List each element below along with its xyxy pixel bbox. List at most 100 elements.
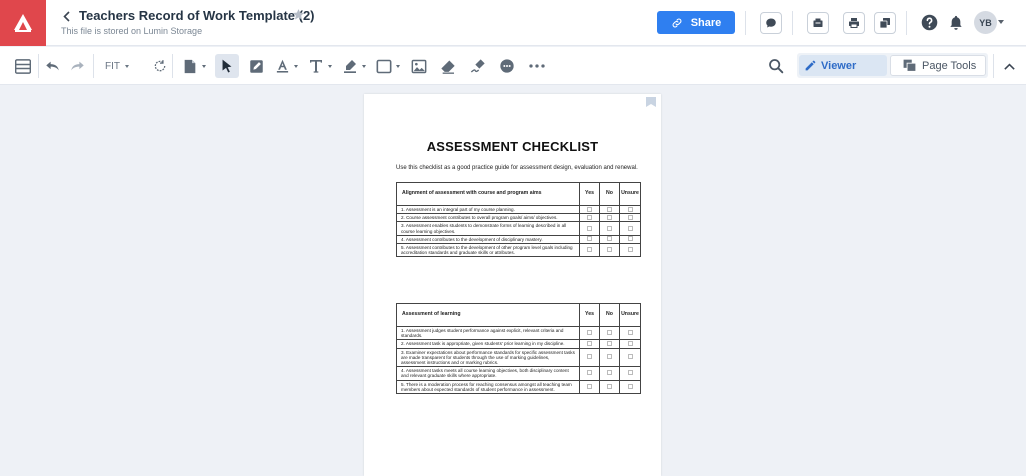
back-chevron-icon[interactable] bbox=[60, 9, 72, 23]
cell-yes bbox=[579, 234, 600, 245]
checkbox-no[interactable] bbox=[607, 330, 612, 336]
checkbox-unsure[interactable] bbox=[627, 340, 633, 346]
column-yes: Yes bbox=[579, 303, 600, 327]
highlighter-icon[interactable] bbox=[340, 56, 366, 76]
cell-yes bbox=[579, 379, 600, 395]
download-button[interactable] bbox=[807, 12, 829, 34]
checkbox-unsure[interactable] bbox=[627, 330, 633, 336]
cell-yes bbox=[579, 347, 600, 368]
notification-bell-icon[interactable] bbox=[947, 13, 965, 31]
divider bbox=[93, 54, 94, 78]
checkbox-no[interactable] bbox=[607, 383, 612, 389]
checkbox-yes[interactable] bbox=[587, 370, 592, 376]
avatar[interactable]: YB bbox=[974, 11, 997, 34]
checkbox-yes[interactable] bbox=[587, 236, 592, 242]
checkbox-yes[interactable] bbox=[587, 330, 592, 336]
checklist-item-text: 1. Assessment judges student performance… bbox=[396, 325, 580, 341]
edit-text-icon[interactable] bbox=[246, 56, 266, 76]
collapse-chevron-up-icon[interactable] bbox=[999, 56, 1019, 76]
checkbox-yes[interactable] bbox=[587, 247, 592, 253]
more-options-icon[interactable] bbox=[527, 56, 547, 76]
image-icon[interactable] bbox=[409, 56, 429, 76]
checkbox-unsure[interactable] bbox=[627, 383, 633, 389]
checklist-row: 3. Examiner expectations about performan… bbox=[396, 347, 641, 368]
cell-unsure bbox=[619, 339, 641, 349]
checklist-row: 4. Assessment tasks meets all course lea… bbox=[396, 366, 641, 381]
checkbox-unsure[interactable] bbox=[627, 214, 633, 220]
undo-icon[interactable] bbox=[42, 56, 62, 76]
bookmark-icon[interactable] bbox=[646, 94, 656, 107]
zoom-fit-dropdown[interactable]: FIT bbox=[105, 61, 129, 72]
cell-no bbox=[599, 325, 620, 341]
section-heading: Alignment of assessment with course and … bbox=[396, 182, 580, 206]
shape-rectangle-icon[interactable] bbox=[374, 56, 400, 76]
document-page[interactable]: ASSESSMENT CHECKLIST Use this checklist … bbox=[364, 94, 661, 476]
text-color-icon[interactable] bbox=[272, 56, 298, 76]
checkbox-unsure[interactable] bbox=[627, 206, 633, 212]
text-tool-icon[interactable] bbox=[306, 56, 332, 76]
comment-panel-button[interactable] bbox=[760, 12, 782, 34]
document-title[interactable]: Teachers Record of Work Template (2) bbox=[79, 8, 315, 23]
checkbox-unsure[interactable] bbox=[627, 370, 633, 376]
checklist-row: 3. Assessment enables students to demons… bbox=[396, 221, 641, 236]
cell-unsure bbox=[619, 366, 641, 381]
divider bbox=[792, 11, 793, 35]
checklist-item-text: 5. There is a moderation process for rea… bbox=[396, 379, 580, 395]
checkbox-no[interactable] bbox=[607, 225, 612, 231]
print-button[interactable] bbox=[843, 12, 865, 34]
cell-no bbox=[599, 366, 620, 381]
cell-yes bbox=[579, 366, 600, 381]
checkbox-yes[interactable] bbox=[587, 383, 592, 389]
tab-page-tools[interactable]: Page Tools bbox=[890, 55, 986, 76]
checkbox-yes[interactable] bbox=[587, 354, 592, 360]
checklist-row: 4. Assessment contributes to the develop… bbox=[396, 234, 641, 245]
checkbox-yes[interactable] bbox=[587, 225, 592, 231]
pages-icon bbox=[903, 59, 917, 72]
search-icon[interactable] bbox=[766, 56, 786, 76]
checklist-item-text: 5. Assessment contributes to the develop… bbox=[396, 243, 580, 258]
checkbox-yes[interactable] bbox=[587, 340, 592, 346]
account-chevron-down-icon[interactable] bbox=[998, 20, 1004, 24]
cell-unsure bbox=[619, 213, 641, 223]
divider bbox=[172, 54, 173, 78]
checkbox-no[interactable] bbox=[607, 340, 612, 346]
rotate-icon[interactable] bbox=[150, 56, 170, 76]
checkbox-unsure[interactable] bbox=[627, 247, 633, 253]
signature-icon[interactable] bbox=[468, 56, 488, 76]
checkbox-no[interactable] bbox=[607, 214, 612, 220]
help-icon[interactable] bbox=[920, 13, 938, 31]
checkbox-yes[interactable] bbox=[587, 206, 592, 212]
checkbox-no[interactable] bbox=[607, 236, 612, 242]
checklist-intro: Use this checklist as a good practice gu… bbox=[396, 165, 638, 171]
checkbox-no[interactable] bbox=[607, 354, 612, 360]
page-file-icon[interactable] bbox=[180, 56, 206, 76]
cell-unsure bbox=[619, 347, 641, 368]
checkbox-no[interactable] bbox=[607, 370, 612, 376]
column-no: No bbox=[599, 303, 620, 327]
checkbox-unsure[interactable] bbox=[627, 225, 633, 231]
share-label: Share bbox=[690, 16, 722, 29]
cell-no bbox=[599, 204, 620, 215]
divider bbox=[993, 54, 994, 78]
lumin-logo-icon bbox=[14, 14, 32, 32]
tab-viewer-label: Viewer bbox=[821, 59, 857, 72]
copy-button[interactable] bbox=[874, 12, 896, 34]
checkbox-yes[interactable] bbox=[587, 214, 592, 220]
star-icon[interactable] bbox=[292, 8, 306, 22]
checklist-table-alignment: Alignment of assessment with course and … bbox=[396, 182, 641, 258]
cell-no bbox=[599, 221, 620, 236]
redo-icon[interactable] bbox=[67, 56, 87, 76]
thumbnail-panel-icon[interactable] bbox=[13, 56, 33, 76]
comment-icon[interactable] bbox=[497, 56, 517, 76]
checkbox-no[interactable] bbox=[607, 247, 612, 253]
tab-viewer[interactable]: Viewer bbox=[799, 55, 887, 76]
eraser-icon[interactable] bbox=[438, 56, 458, 76]
checkbox-no[interactable] bbox=[607, 206, 612, 212]
top-bar: Teachers Record of Work Template (2) Thi… bbox=[0, 0, 1026, 46]
share-button[interactable]: Share bbox=[657, 11, 735, 34]
lumin-logo[interactable] bbox=[0, 0, 46, 46]
divider bbox=[745, 11, 746, 35]
checkbox-unsure[interactable] bbox=[627, 354, 633, 360]
checkbox-unsure[interactable] bbox=[627, 236, 633, 242]
select-cursor-icon[interactable] bbox=[215, 54, 239, 78]
